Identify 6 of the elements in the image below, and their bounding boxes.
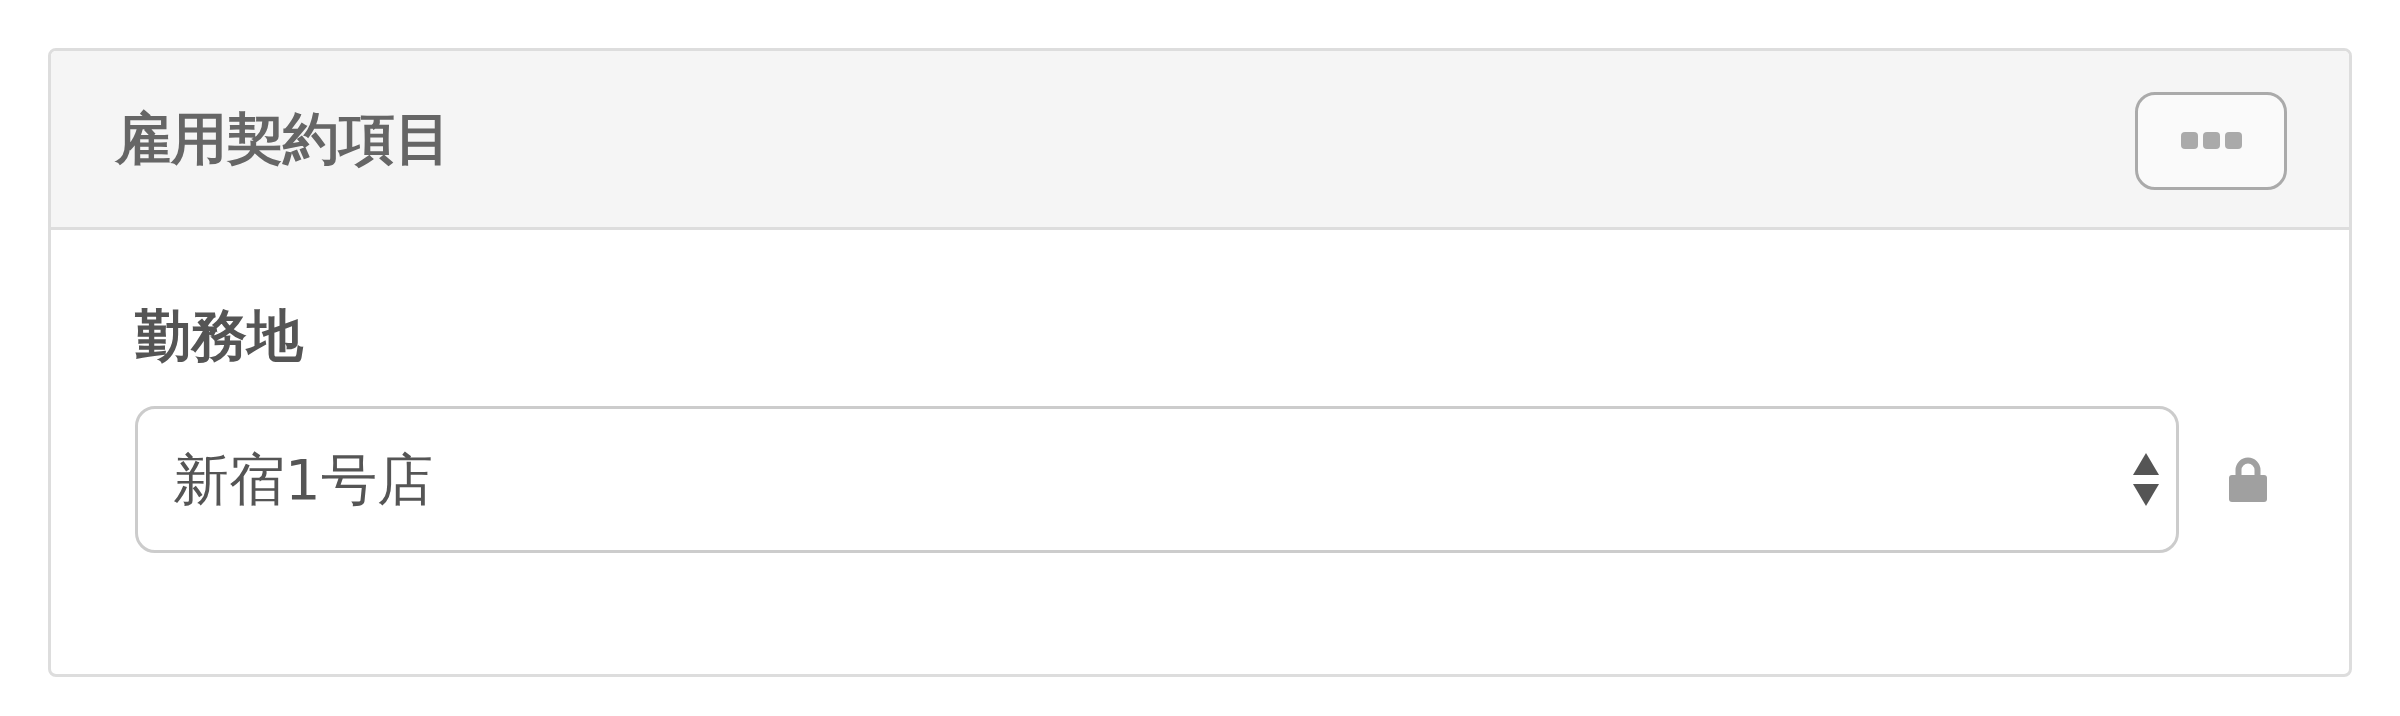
sort-arrows-icon [2133,453,2159,507]
field-label: 勤務地 [135,302,303,370]
more-icon [2180,132,2242,149]
select-field[interactable]: 新宿1号店 [135,406,2179,554]
more-button[interactable] [2135,91,2287,190]
panel-title: 雇用契約項目 [115,105,451,173]
